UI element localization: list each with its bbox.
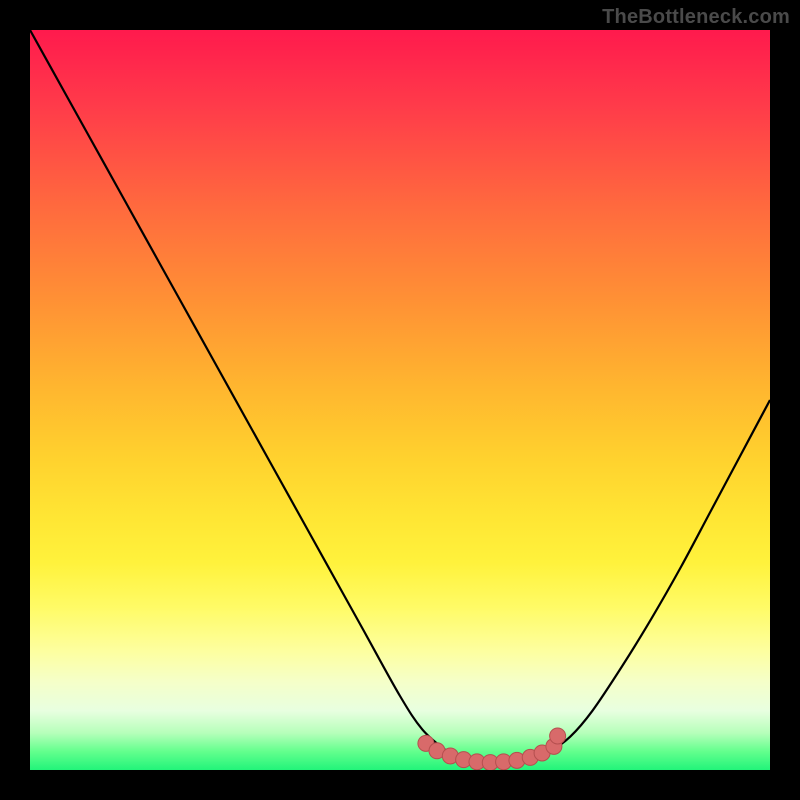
curve-layer [30, 30, 770, 770]
plot-area [30, 30, 770, 770]
curve-markers [418, 728, 566, 770]
watermark-text: TheBottleneck.com [602, 6, 790, 29]
chart-stage: TheBottleneck.com [0, 0, 800, 800]
bottleneck-curve [30, 30, 770, 763]
curve-marker [550, 728, 566, 744]
